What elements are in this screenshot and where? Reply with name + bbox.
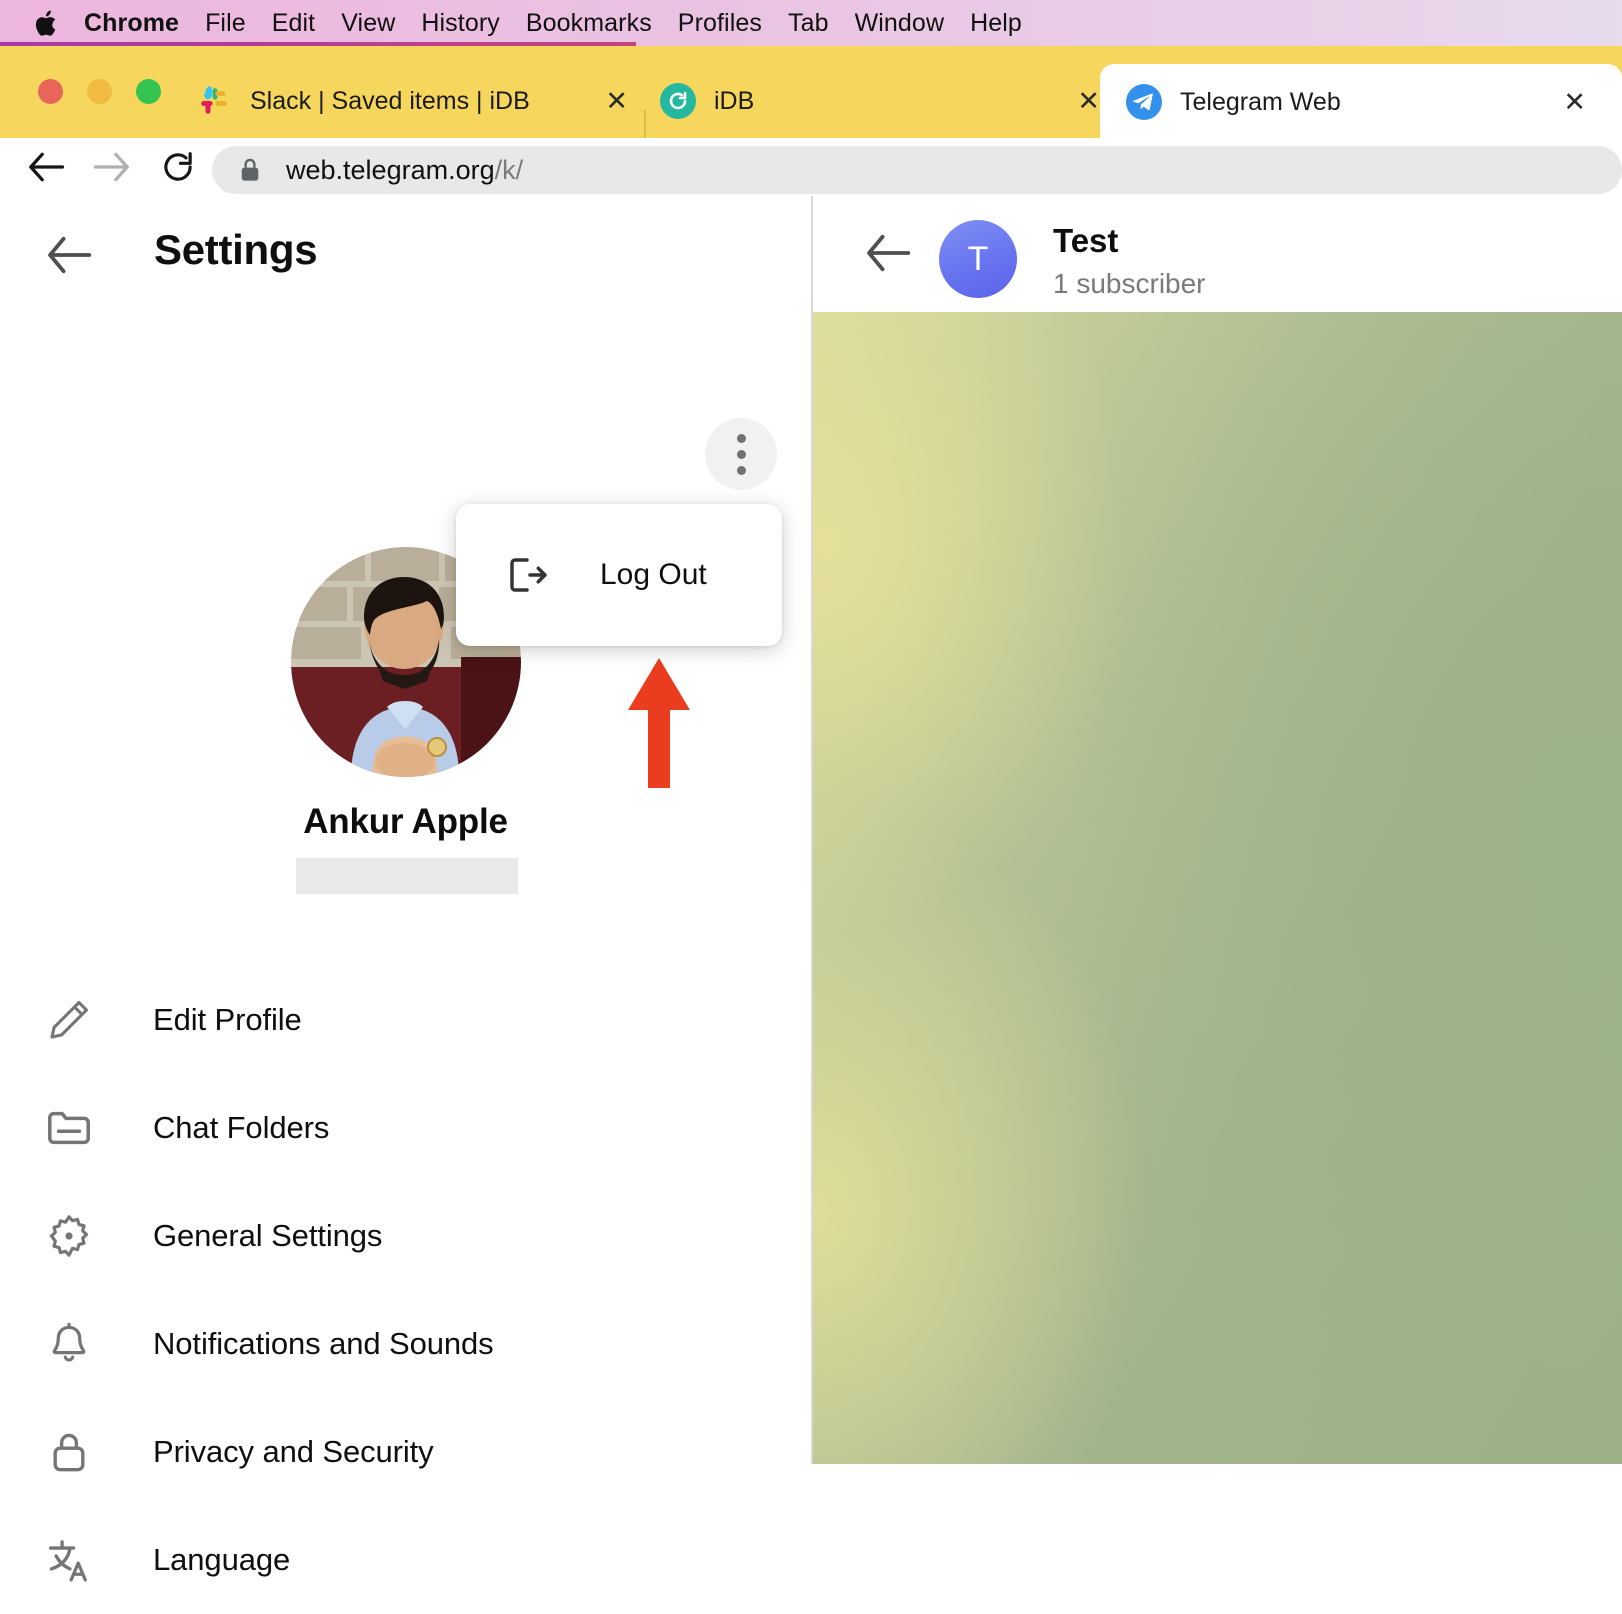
- profile-name: Ankur Apple: [303, 802, 508, 841]
- menu-item-tab[interactable]: Tab: [788, 9, 829, 38]
- profile-phone-redacted: [296, 858, 518, 894]
- menu-item-edit[interactable]: Edit: [272, 9, 315, 38]
- settings-item-edit-profile[interactable]: Edit Profile: [0, 966, 811, 1074]
- translate-icon: [44, 1535, 94, 1585]
- menu-item-file[interactable]: File: [205, 9, 246, 38]
- tab-title: Slack | Saved items | iDB: [250, 86, 530, 115]
- settings-panel: Settings Ankur Apple Edit Profile Chat F…: [0, 196, 811, 1582]
- kebab-menu-icon[interactable]: [705, 418, 777, 490]
- macos-menu-bar: Chrome File Edit View History Bookmarks …: [0, 0, 1622, 46]
- window-controls[interactable]: [38, 79, 161, 104]
- annotation-up-arrow-icon: [624, 658, 694, 788]
- settings-item-privacy-security[interactable]: Privacy and Security: [0, 1398, 811, 1506]
- settings-item-chat-folders[interactable]: Chat Folders: [0, 1074, 811, 1182]
- forward-arrow-icon: [90, 145, 134, 189]
- settings-item-language[interactable]: Language: [0, 1506, 811, 1614]
- close-icon[interactable]: ✕: [1563, 88, 1586, 116]
- menu-item-history[interactable]: History: [421, 9, 499, 38]
- browser-toolbar: web.telegram.org/k/: [0, 138, 1622, 196]
- back-arrow-icon[interactable]: [46, 234, 92, 276]
- chat-panel: T Test 1 subscriber: [813, 196, 1622, 1464]
- bell-icon: [44, 1319, 94, 1369]
- minimize-button[interactable]: [87, 79, 112, 104]
- menu-item-view[interactable]: View: [341, 9, 395, 38]
- page-title: Settings: [154, 226, 318, 273]
- gear-icon: [44, 1211, 94, 1261]
- logout-icon: [500, 551, 548, 599]
- browser-tab-idb[interactable]: iDB ✕: [660, 64, 1100, 138]
- back-arrow-icon[interactable]: [24, 145, 68, 189]
- menu-item-profiles[interactable]: Profiles: [678, 9, 762, 38]
- chat-background: [813, 312, 1622, 1464]
- settings-item-label: Chat Folders: [153, 1110, 330, 1145]
- settings-item-label: Language: [153, 1542, 291, 1577]
- address-bar-text: web.telegram.org/k/: [286, 155, 523, 186]
- close-button[interactable]: [38, 79, 63, 104]
- menu-item-window[interactable]: Window: [855, 9, 945, 38]
- reload-icon[interactable]: [156, 145, 200, 189]
- address-bar[interactable]: web.telegram.org/k/: [212, 146, 1622, 194]
- apple-logo-icon[interactable]: [34, 8, 60, 38]
- lock-icon: [44, 1427, 94, 1477]
- settings-item-label: Edit Profile: [153, 1002, 302, 1037]
- kebab-dot: [736, 449, 746, 459]
- url-path: /k/: [494, 154, 524, 185]
- avatar[interactable]: T: [939, 220, 1017, 298]
- tab-title: Telegram Web: [1180, 87, 1341, 116]
- settings-list: Edit Profile Chat Folders General Settin…: [0, 966, 811, 1614]
- settings-item-label: General Settings: [153, 1218, 383, 1253]
- browser-tab-slack[interactable]: Slack | Saved items | iDB ✕: [196, 64, 656, 138]
- chat-subtitle: 1 subscriber: [1053, 268, 1206, 299]
- close-icon[interactable]: ✕: [605, 87, 628, 115]
- slack-icon: [196, 83, 232, 119]
- folder-icon: [44, 1103, 94, 1153]
- logout-dropdown-menu[interactable]: Log Out: [456, 504, 782, 646]
- lock-icon: [238, 157, 264, 183]
- settings-item-label: Privacy and Security: [153, 1434, 434, 1469]
- close-icon[interactable]: ✕: [1077, 87, 1100, 115]
- chat-header: T Test 1 subscriber: [813, 196, 1622, 312]
- maximize-button[interactable]: [136, 79, 161, 104]
- idb-icon: [660, 83, 696, 119]
- menu-item-help[interactable]: Help: [970, 9, 1022, 38]
- chat-title: Test: [1053, 222, 1119, 259]
- telegram-app-body: Settings Ankur Apple Edit Profile Chat F…: [0, 196, 1622, 1582]
- menu-item-chrome[interactable]: Chrome: [84, 9, 179, 38]
- tab-title: iDB: [714, 86, 755, 115]
- url-host: web.telegram.org: [286, 154, 495, 185]
- settings-item-label: Notifications and Sounds: [153, 1326, 494, 1361]
- menu-item-bookmarks[interactable]: Bookmarks: [526, 9, 652, 38]
- browser-tab-telegram[interactable]: Telegram Web ✕: [1100, 64, 1622, 140]
- telegram-icon: [1126, 84, 1162, 120]
- kebab-dot: [736, 465, 746, 475]
- browser-tab-strip: Slack | Saved items | iDB ✕ iDB ✕ Telegr…: [0, 46, 1622, 156]
- kebab-dot: [736, 433, 746, 443]
- settings-item-general-settings[interactable]: General Settings: [0, 1182, 811, 1290]
- back-arrow-icon[interactable]: [865, 232, 911, 274]
- pencil-icon: [44, 995, 94, 1045]
- settings-item-notifications[interactable]: Notifications and Sounds: [0, 1290, 811, 1398]
- settings-header: Settings: [0, 196, 811, 314]
- logout-label: Log Out: [600, 558, 707, 591]
